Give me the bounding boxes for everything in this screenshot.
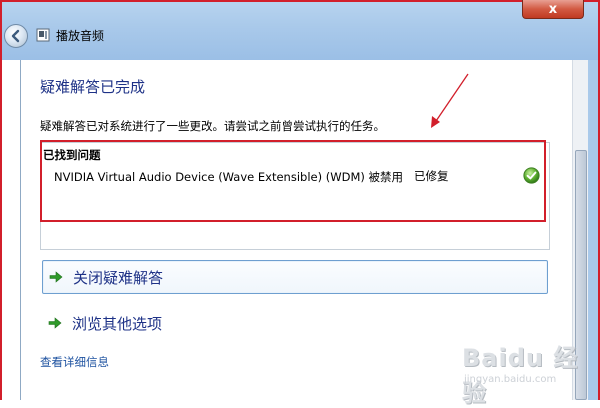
window-title: 播放音频: [56, 29, 105, 43]
result-description: 疑难解答已对系统进行了一些更改。请尝试之前曾尝试执行的任务。: [40, 119, 385, 133]
watermark-logo-text: Baidu 经验: [462, 344, 579, 407]
close-button[interactable]: x: [522, 0, 584, 19]
baidu-watermark: Baidu 经验 jingyan.baidu.com: [462, 338, 598, 407]
close-troubleshooter-label: 关闭疑难解答: [73, 268, 164, 287]
problems-found-title: 已找到问题: [43, 148, 101, 162]
back-button[interactable]: [4, 24, 28, 48]
explore-other-options-label: 浏览其他选项: [72, 314, 163, 333]
problem-status: 已修复: [414, 169, 449, 183]
watermark-url: jingyan.baidu.com: [464, 374, 557, 385]
annotation-arrow-icon: [431, 73, 469, 128]
close-troubleshooter-option[interactable]: 关闭疑难解答: [42, 260, 548, 294]
highlight-frame-left: [0, 0, 2, 400]
view-details-link[interactable]: 查看详细信息: [40, 354, 109, 370]
check-icon: [523, 167, 540, 184]
back-arrow-icon: [11, 29, 20, 43]
close-icon: x: [548, 1, 558, 17]
highlight-frame-top: [0, 0, 600, 2]
page-title: 疑难解答已完成: [40, 78, 146, 96]
green-arrow-icon: [49, 271, 63, 283]
explore-other-options-option[interactable]: 浏览其他选项: [42, 306, 548, 340]
troubleshooter-app-icon: [36, 28, 50, 42]
problem-description: NVIDIA Virtual Audio Device (Wave Extens…: [54, 170, 404, 184]
green-arrow-icon: [48, 317, 62, 329]
